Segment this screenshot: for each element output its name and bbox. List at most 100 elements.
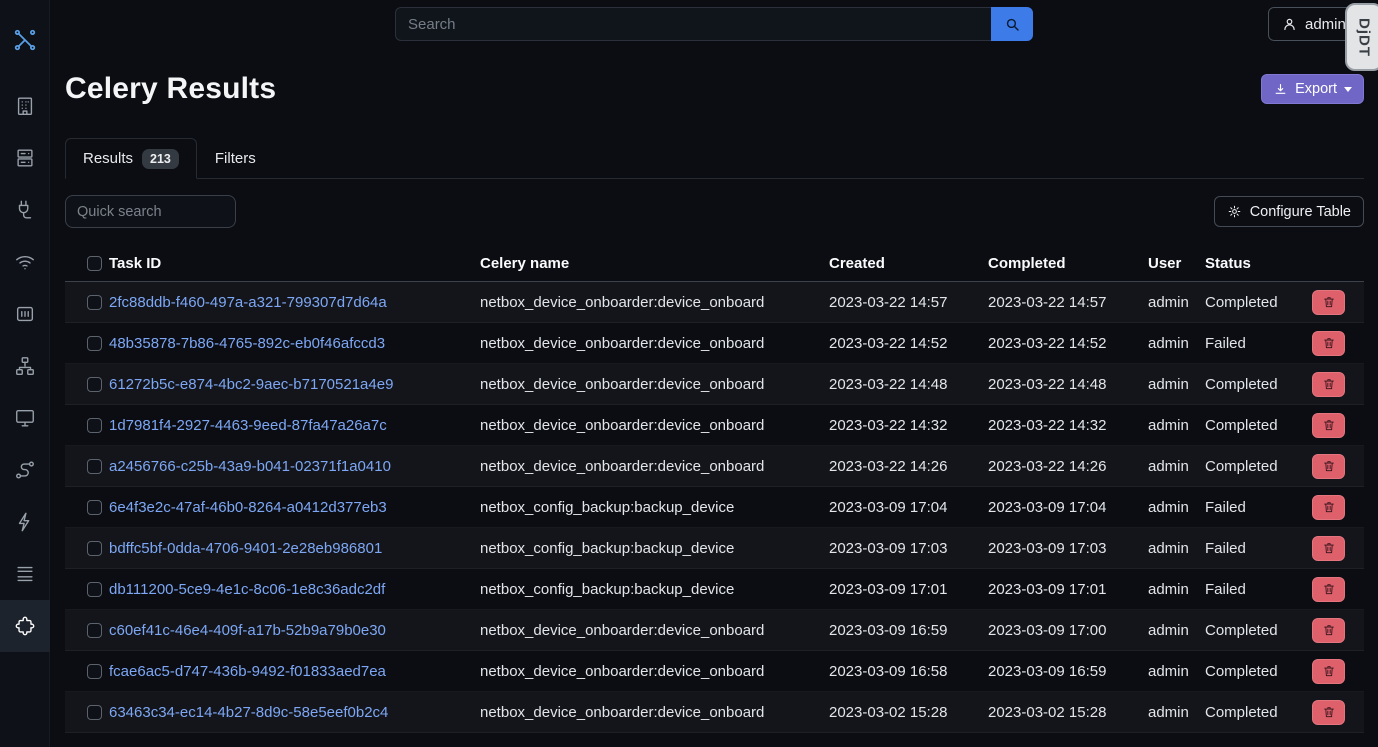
export-label: Export — [1295, 81, 1337, 97]
table-row: 48b35878-7b86-4765-892c-eb0f46afccd3 net… — [65, 323, 1364, 364]
tab-filters[interactable]: Filters — [197, 138, 274, 179]
export-button[interactable]: Export — [1261, 74, 1364, 104]
sidebar-item-plug-icon[interactable] — [0, 184, 50, 236]
table-row: 61272b5c-e874-4bc2-9aec-b7170521a4e9 net… — [65, 364, 1364, 405]
debug-toolbar-handle[interactable]: DjDT — [1345, 3, 1378, 71]
trash-icon — [1322, 541, 1336, 555]
celery-name-cell: netbox_device_onboarder:device_onboard — [480, 294, 829, 311]
task-id-link[interactable]: 1d7981f4-2927-4463-9eed-87fa47a26a7c — [109, 417, 387, 434]
user-cell: admin — [1148, 335, 1205, 352]
celery-name-cell: netbox_device_onboarder:device_onboard — [480, 417, 829, 434]
row-actions — [1312, 454, 1364, 479]
delete-button[interactable] — [1312, 700, 1345, 725]
netbox-logo[interactable] — [0, 0, 49, 80]
sidebar-item-bolt-icon[interactable] — [0, 496, 50, 548]
row-checkbox[interactable] — [87, 664, 102, 679]
row-checkbox[interactable] — [87, 459, 102, 474]
row-checkbox[interactable] — [87, 295, 102, 310]
status-cell: Completed — [1205, 458, 1312, 475]
table-row: db111200-5ce9-4e1c-8c06-1e8c36adc2df net… — [65, 569, 1364, 610]
row-checkbox[interactable] — [87, 541, 102, 556]
page-title: Celery Results — [65, 72, 276, 106]
task-id-link[interactable]: c60ef41c-46e4-409f-a17b-52b9a79b0e30 — [109, 622, 386, 639]
column-header-task-id: Task ID — [109, 255, 480, 272]
select-all-checkbox[interactable] — [87, 256, 102, 271]
row-checkbox-cell — [65, 377, 109, 392]
row-checkbox[interactable] — [87, 500, 102, 515]
user-cell: admin — [1148, 622, 1205, 639]
task-id-link[interactable]: 63463c34-ec14-4b27-8d9c-58e5eef0b2c4 — [109, 704, 388, 721]
row-actions — [1312, 413, 1364, 438]
column-header-status: Status — [1205, 255, 1312, 272]
delete-button[interactable] — [1312, 536, 1345, 561]
created-cell: 2023-03-09 17:04 — [829, 499, 988, 516]
delete-button[interactable] — [1312, 372, 1345, 397]
row-checkbox[interactable] — [87, 418, 102, 433]
delete-button[interactable] — [1312, 659, 1345, 684]
sidebar-item-monitor-icon[interactable] — [0, 392, 50, 444]
completed-cell: 2023-03-09 17:00 — [988, 622, 1148, 639]
trash-icon — [1322, 500, 1336, 514]
trash-icon — [1322, 705, 1336, 719]
completed-cell: 2023-03-02 15:28 — [988, 704, 1148, 721]
task-id-link[interactable]: 2fc88ddb-f460-497a-a321-799307d7d64a — [109, 294, 387, 311]
row-actions — [1312, 577, 1364, 602]
row-actions — [1312, 495, 1364, 520]
delete-button[interactable] — [1312, 413, 1345, 438]
task-id-link[interactable]: fcae6ac5-d747-436b-9492-f01833aed7ea — [109, 663, 386, 680]
row-checkbox[interactable] — [87, 623, 102, 638]
sidebar-item-racks-icon[interactable] — [0, 132, 50, 184]
sidebar-item-building-icon[interactable] — [0, 80, 50, 132]
task-id-link[interactable]: 6e4f3e2c-47af-46b0-8264-a0412d377eb3 — [109, 499, 387, 516]
delete-button[interactable] — [1312, 290, 1345, 315]
delete-button[interactable] — [1312, 495, 1345, 520]
table-row: 1d7981f4-2927-4463-9eed-87fa47a26a7c net… — [65, 405, 1364, 446]
search-input[interactable] — [395, 7, 991, 41]
content: Celery Results Export Results 213 Filter… — [50, 60, 1378, 733]
status-cell: Failed — [1205, 335, 1312, 352]
status-cell: Failed — [1205, 581, 1312, 598]
celery-name-cell: netbox_device_onboarder:device_onboard — [480, 335, 829, 352]
status-cell: Completed — [1205, 704, 1312, 721]
created-cell: 2023-03-22 14:57 — [829, 294, 988, 311]
task-id-link[interactable]: a2456766-c25b-43a9-b041-02371f1a0410 — [109, 458, 391, 475]
user-cell: admin — [1148, 581, 1205, 598]
download-icon — [1273, 82, 1288, 97]
user-cell: admin — [1148, 704, 1205, 721]
quick-search-input[interactable] — [65, 195, 236, 228]
configure-table-button[interactable]: Configure Table — [1214, 196, 1364, 227]
row-checkbox[interactable] — [87, 377, 102, 392]
completed-cell: 2023-03-22 14:48 — [988, 376, 1148, 393]
delete-button[interactable] — [1312, 577, 1345, 602]
user-cell: admin — [1148, 458, 1205, 475]
tab-results[interactable]: Results 213 — [65, 138, 197, 179]
task-id-link[interactable]: 48b35878-7b86-4765-892c-eb0f46afccd3 — [109, 335, 385, 352]
status-cell: Completed — [1205, 622, 1312, 639]
sidebar-item-sitemap-icon[interactable] — [0, 340, 50, 392]
table-row: 2fc88ddb-f460-497a-a321-799307d7d64a net… — [65, 282, 1364, 323]
sidebar-item-lists-icon[interactable] — [0, 548, 50, 600]
trash-icon — [1322, 664, 1336, 678]
row-actions — [1312, 331, 1364, 356]
search-button[interactable] — [991, 7, 1033, 41]
row-actions — [1312, 372, 1364, 397]
delete-button[interactable] — [1312, 454, 1345, 479]
table-header-row: Task ID Celery name Created Completed Us… — [65, 245, 1364, 282]
task-id-link[interactable]: bdffc5bf-0dda-4706-9401-2e28eb986801 — [109, 540, 382, 557]
sidebar-item-route-icon[interactable] — [0, 444, 50, 496]
sidebar-item-wifi-icon[interactable] — [0, 236, 50, 288]
completed-cell: 2023-03-09 17:03 — [988, 540, 1148, 557]
status-cell: Completed — [1205, 376, 1312, 393]
sidebar-item-prefix-card-icon[interactable] — [0, 288, 50, 340]
row-checkbox[interactable] — [87, 705, 102, 720]
sidebar-item-puzzle-icon[interactable] — [0, 600, 50, 652]
table-row: bdffc5bf-0dda-4706-9401-2e28eb986801 net… — [65, 528, 1364, 569]
row-checkbox[interactable] — [87, 582, 102, 597]
results-table: Task ID Celery name Created Completed Us… — [65, 245, 1364, 733]
delete-button[interactable] — [1312, 331, 1345, 356]
task-id-link[interactable]: db111200-5ce9-4e1c-8c06-1e8c36adc2df — [109, 581, 385, 598]
row-checkbox[interactable] — [87, 336, 102, 351]
task-id-link[interactable]: 61272b5c-e874-4bc2-9aec-b7170521a4e9 — [109, 376, 393, 393]
table-row: a2456766-c25b-43a9-b041-02371f1a0410 net… — [65, 446, 1364, 487]
delete-button[interactable] — [1312, 618, 1345, 643]
